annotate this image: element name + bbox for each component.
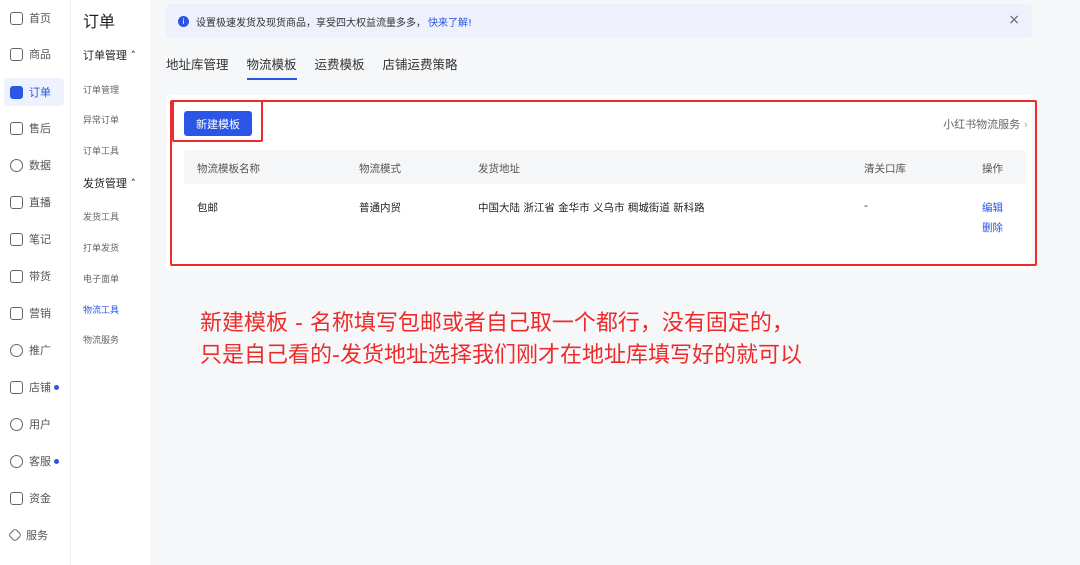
nav-item-data[interactable]: 数据: [4, 151, 64, 179]
nav-item-customer-service[interactable]: 客服: [4, 447, 64, 475]
nav-item-funds[interactable]: 资金: [4, 484, 64, 512]
nav-item-store[interactable]: 店铺: [4, 373, 64, 401]
nav-item-orders[interactable]: 订单: [4, 78, 64, 106]
nav-label: 首页: [29, 12, 51, 25]
nav-label: 店铺: [29, 381, 51, 394]
users-icon: [10, 417, 23, 431]
nav-item-notes[interactable]: 笔记: [4, 225, 64, 253]
nav-label: 订单: [29, 86, 51, 99]
banner-text: 设置极速发货及现货商品，享受四大权益流量多多，: [196, 17, 426, 29]
nav-label: 推广: [29, 344, 51, 357]
tab-store-freight-strategy[interactable]: 店铺运费策略: [383, 54, 458, 80]
notes-icon: [10, 232, 23, 246]
nav-label: 带货: [29, 270, 51, 283]
subnav-item-logistics-tools[interactable]: 物流工具: [83, 303, 119, 316]
data-icon: [10, 158, 23, 172]
tab-freight-template[interactable]: 运费模板: [315, 54, 365, 80]
marketing-icon: [10, 306, 23, 320]
tab-logistics-template[interactable]: 物流模板: [246, 54, 297, 80]
nav-item-service[interactable]: 服务: [4, 521, 64, 549]
nav-label: 售后: [29, 122, 51, 135]
subnav-item-e-waybill[interactable]: 电子面单: [83, 272, 119, 285]
subnav-title: 订单: [83, 12, 116, 31]
subnav-item-print-ship[interactable]: 打单发货: [83, 241, 119, 254]
banner-link[interactable]: 快来了解!: [428, 14, 472, 29]
nav-label: 笔记: [29, 233, 51, 246]
store-icon: [10, 380, 23, 394]
sub-sidebar: 订单 订单管理 ˄ 订单管理 异常订单 订单工具 发货管理 ˄ 发货工具 打单发…: [70, 0, 150, 565]
notification-dot: [54, 384, 59, 390]
tab-address-library[interactable]: 地址库管理: [166, 54, 229, 80]
service-chat-icon: [10, 454, 23, 468]
service-icon: [7, 527, 23, 543]
subnav-item-order-tools[interactable]: 订单工具: [83, 144, 119, 157]
nav-item-home[interactable]: 首页: [4, 4, 64, 32]
nav-label: 资金: [29, 492, 51, 505]
subnav-item-abnormal-orders[interactable]: 异常订单: [83, 113, 119, 126]
nav-item-bag[interactable]: 带货: [4, 262, 64, 290]
after-sale-icon: [10, 121, 23, 135]
subnav-item-logistics-service[interactable]: 物流服务: [83, 333, 119, 346]
nav-label: 营销: [29, 307, 51, 320]
nav-item-after-sale[interactable]: 售后: [4, 114, 64, 142]
nav-label: 客服: [29, 455, 51, 468]
annotation-line: 新建模板 - 名称填写包邮或者自己取一个都行，没有固定的，: [200, 311, 794, 336]
subnav-group-order-management[interactable]: 订单管理 ˄: [83, 47, 136, 63]
nav-label: 数据: [29, 159, 51, 172]
bag-icon: [10, 269, 23, 283]
nav-item-live[interactable]: 直播: [4, 188, 64, 216]
subnav-item-shipping-tools[interactable]: 发货工具: [83, 210, 119, 223]
main-sidebar: 首页 商品 订单 售后 数据 直播 笔记 带货 营销 推广 店铺 用户 客服 资…: [0, 0, 70, 565]
live-icon: [10, 195, 23, 209]
highlight-box-table: [170, 100, 1037, 266]
funds-icon: [10, 491, 23, 505]
order-icon: [10, 85, 23, 99]
nav-label: 服务: [26, 529, 48, 542]
promote-icon: [10, 343, 23, 357]
nav-item-goods[interactable]: 商品: [4, 40, 64, 68]
nav-label: 用户: [29, 418, 51, 431]
home-icon: [10, 11, 23, 25]
nav-label: 商品: [29, 48, 51, 61]
annotation-line: 只是自己看的-发货地址选择我们刚才在地址库填写好的就可以: [200, 343, 802, 368]
nav-item-users[interactable]: 用户: [4, 410, 64, 438]
nav-item-marketing[interactable]: 营销: [4, 299, 64, 327]
goods-icon: [10, 47, 23, 61]
nav-label: 直播: [29, 196, 51, 209]
annotation-text: 新建模板 - 名称填写包邮或者自己取一个都行，没有固定的， 只是自己看的-发货地…: [200, 308, 960, 372]
nav-item-promote[interactable]: 推广: [4, 336, 64, 364]
info-icon: i: [178, 15, 189, 27]
info-banner: i 设置极速发货及现货商品，享受四大权益流量多多， 快来了解! ×: [166, 4, 1032, 38]
notification-dot: [54, 458, 59, 464]
close-icon[interactable]: ×: [1008, 12, 1020, 28]
subnav-group-shipping-management[interactable]: 发货管理 ˄: [83, 175, 136, 191]
subnav-item-order-management[interactable]: 订单管理: [83, 83, 119, 96]
tab-bar: 地址库管理 物流模板 运费模板 店铺运费策略: [166, 54, 476, 80]
